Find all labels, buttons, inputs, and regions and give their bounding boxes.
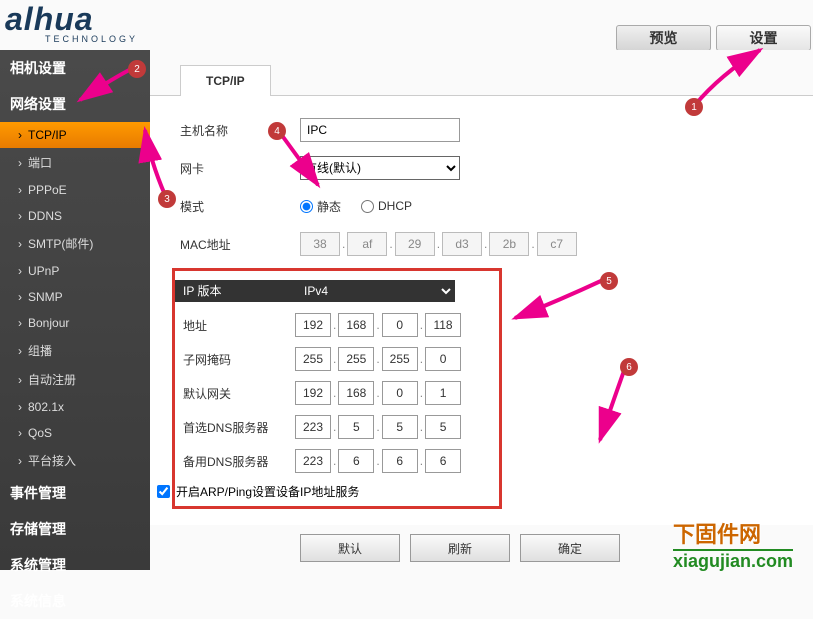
mac-seg-1 — [347, 232, 387, 256]
mac-input-group: . . . . . — [300, 232, 577, 256]
label-addr: 地址 — [175, 317, 295, 334]
logo-brand: alhua — [5, 5, 138, 34]
gw-3[interactable] — [425, 381, 461, 405]
tab-preview[interactable]: 预览 — [616, 25, 711, 51]
logo: alhua TECHNOLOGY — [5, 5, 138, 44]
dns1-1[interactable] — [338, 415, 374, 439]
highlight-box: IP 版本 IPv4 地址 . . . 子网掩码 . . — [172, 268, 502, 509]
gateway-group: . . . — [295, 381, 461, 405]
addr-3[interactable] — [425, 313, 461, 337]
sidebar-item-pppoe[interactable]: PPPoE — [0, 177, 150, 203]
sidebar-item-platform[interactable]: 平台接入 — [0, 446, 150, 475]
dns1-group: . . . — [295, 415, 461, 439]
mode-static-radio[interactable]: 静态 — [300, 198, 341, 215]
sidebar-item-multicast[interactable]: 组播 — [0, 336, 150, 365]
gw-2[interactable] — [382, 381, 418, 405]
dns1-0[interactable] — [295, 415, 331, 439]
ip-address-group: . . . — [295, 313, 461, 337]
label-arp: 开启ARP/Ping设置设备IP地址服务 — [176, 483, 359, 500]
ok-button[interactable]: 确定 — [520, 534, 620, 562]
label-dns1: 首选DNS服务器 — [175, 419, 295, 436]
sidebar-item-bonjour[interactable]: Bonjour — [0, 310, 150, 336]
dns2-1[interactable] — [338, 449, 374, 473]
sidebar-item-smtp[interactable]: SMTP(邮件) — [0, 229, 150, 258]
content-tab-tcpip[interactable]: TCP/IP — [180, 65, 271, 96]
mask-2[interactable] — [382, 347, 418, 371]
gw-1[interactable] — [338, 381, 374, 405]
subnet-group: . . . — [295, 347, 461, 371]
sidebar-group-camera[interactable]: 相机设置 — [0, 50, 150, 86]
mac-seg-2 — [395, 232, 435, 256]
label-mac: MAC地址 — [180, 236, 300, 253]
label-mask: 子网掩码 — [175, 351, 295, 368]
mode-dhcp-label: DHCP — [378, 199, 412, 213]
hostname-input[interactable] — [300, 118, 460, 142]
sidebar-item-port[interactable]: 端口 — [0, 148, 150, 177]
sidebar-item-upnp[interactable]: UPnP — [0, 258, 150, 284]
mac-seg-0 — [300, 232, 340, 256]
label-ipver: IP 版本 — [175, 280, 295, 302]
addr-1[interactable] — [338, 313, 374, 337]
mode-dhcp-radio[interactable]: DHCP — [361, 199, 412, 213]
mask-0[interactable] — [295, 347, 331, 371]
mask-3[interactable] — [425, 347, 461, 371]
dns2-group: . . . — [295, 449, 461, 473]
nic-select[interactable]: 有线(默认) — [300, 156, 460, 180]
arp-checkbox[interactable] — [157, 485, 170, 498]
ipver-select[interactable]: IPv4 — [295, 280, 455, 302]
sidebar-item-tcpip[interactable]: TCP/IP — [0, 122, 150, 148]
label-dns2: 备用DNS服务器 — [175, 453, 295, 470]
sidebar-item-snmp[interactable]: SNMP — [0, 284, 150, 310]
sidebar-group-storage[interactable]: 存储管理 — [0, 511, 150, 547]
logo-subtext: TECHNOLOGY — [45, 34, 138, 44]
sidebar-group-network[interactable]: 网络设置 — [0, 86, 150, 122]
sidebar-item-qos[interactable]: QoS — [0, 420, 150, 446]
default-button[interactable]: 默认 — [300, 534, 400, 562]
mac-seg-5 — [537, 232, 577, 256]
label-mode: 模式 — [180, 198, 300, 215]
addr-2[interactable] — [382, 313, 418, 337]
mask-1[interactable] — [338, 347, 374, 371]
mode-static-label: 静态 — [317, 198, 341, 215]
sidebar-group-event[interactable]: 事件管理 — [0, 475, 150, 511]
sidebar-group-info[interactable]: 系统信息 — [0, 583, 150, 619]
label-gateway: 默认网关 — [175, 385, 295, 402]
sidebar-item-ddns[interactable]: DDNS — [0, 203, 150, 229]
sidebar-group-system[interactable]: 系统管理 — [0, 547, 150, 583]
mac-seg-4 — [489, 232, 529, 256]
label-hostname: 主机名称 — [180, 122, 300, 139]
dns1-2[interactable] — [382, 415, 418, 439]
refresh-button[interactable]: 刷新 — [410, 534, 510, 562]
mac-seg-3 — [442, 232, 482, 256]
dns2-0[interactable] — [295, 449, 331, 473]
label-nic: 网卡 — [180, 160, 300, 177]
dns1-3[interactable] — [425, 415, 461, 439]
gw-0[interactable] — [295, 381, 331, 405]
sidebar-item-8021x[interactable]: 802.1x — [0, 394, 150, 420]
tab-settings[interactable]: 设置 — [716, 25, 811, 51]
addr-0[interactable] — [295, 313, 331, 337]
sidebar: 相机设置 网络设置 TCP/IP 端口 PPPoE DDNS SMTP(邮件) … — [0, 50, 150, 570]
dns2-2[interactable] — [382, 449, 418, 473]
dns2-3[interactable] — [425, 449, 461, 473]
sidebar-item-autoreg[interactable]: 自动注册 — [0, 365, 150, 394]
